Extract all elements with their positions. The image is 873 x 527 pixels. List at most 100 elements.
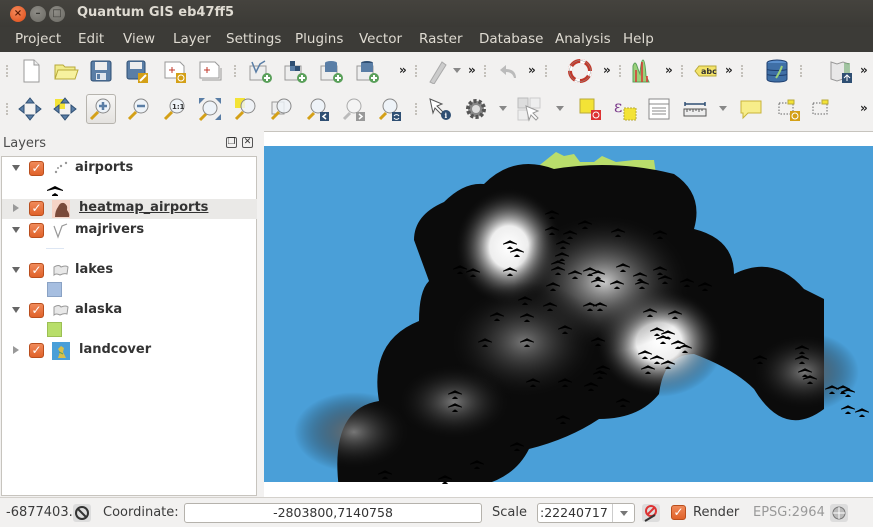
select-dropdown-arrow[interactable] [556, 106, 564, 111]
menu-layer[interactable]: Layer [173, 31, 211, 47]
zoom-to-selection-icon[interactable] [231, 94, 261, 124]
layer-visibility-checkbox[interactable]: ✓ [29, 303, 44, 318]
toolbar-handle[interactable] [681, 65, 685, 77]
map-canvas[interactable] [264, 131, 873, 497]
add-vector-layer-icon[interactable] [245, 56, 275, 86]
render-checkbox[interactable]: ✓ [671, 505, 686, 520]
refresh-icon[interactable] [375, 94, 405, 124]
pan-icon[interactable] [15, 94, 45, 124]
new-bookmark-icon[interactable] [774, 94, 804, 124]
menu-project[interactable]: Project [15, 31, 61, 47]
open-attribute-table-icon[interactable] [644, 94, 674, 124]
close-panel-button[interactable]: ✕ [242, 137, 253, 148]
db-manager-icon[interactable] [762, 56, 792, 86]
crs-status-button[interactable]: EPSG:2964 [753, 505, 825, 520]
deselect-all-icon[interactable] [575, 94, 605, 124]
measure-dropdown-arrow[interactable] [719, 106, 727, 111]
zoom-actual-size-icon[interactable]: 1:1 [160, 94, 190, 124]
toolbar-overflow-button[interactable]: » [665, 63, 673, 77]
menu-database[interactable]: Database [479, 31, 543, 47]
toolbar-handle[interactable] [741, 65, 745, 77]
run-action-icon[interactable] [461, 94, 491, 124]
layer-row-lakes[interactable]: ✓ lakes [2, 261, 257, 281]
zoom-last-icon[interactable] [303, 94, 333, 124]
scale-combobox[interactable]: :22240717 [537, 503, 635, 523]
add-spatialite-layer-icon[interactable] [352, 56, 382, 86]
crs-globe-icon[interactable] [829, 503, 849, 523]
menu-view[interactable]: View [123, 31, 155, 47]
zoom-full-icon[interactable] [195, 94, 225, 124]
toggle-extents-icon[interactable] [72, 503, 92, 523]
identify-icon[interactable]: i [425, 94, 455, 124]
collapse-arrow-icon[interactable] [12, 307, 20, 313]
layer-row-alaska[interactable]: ✓ alaska [2, 301, 257, 321]
close-window-button[interactable]: × [10, 6, 26, 22]
toolbar-overflow-button[interactable]: » [468, 63, 476, 77]
toolbar-overflow-button[interactable]: » [603, 63, 611, 77]
layer-row-landcover[interactable]: ✓ landcover [2, 341, 257, 361]
expand-arrow-icon[interactable] [13, 204, 19, 212]
select-by-expression-icon[interactable]: ε [610, 94, 640, 124]
toolbar-overflow-button[interactable]: » [399, 63, 407, 77]
toolbar-overflow-button[interactable]: » [860, 101, 868, 115]
composer-manager-icon[interactable] [195, 56, 225, 86]
menu-edit[interactable]: Edit [78, 31, 104, 47]
menu-raster[interactable]: Raster [419, 31, 463, 47]
collapse-arrow-icon[interactable] [12, 165, 20, 171]
toggle-editing-icon[interactable] [424, 56, 454, 86]
toolbar-handle[interactable] [234, 65, 238, 77]
expand-arrow-icon[interactable] [13, 346, 19, 354]
measure-line-icon[interactable] [680, 94, 710, 124]
help-icon[interactable] [565, 56, 595, 86]
menu-plugins[interactable]: Plugins [295, 31, 343, 47]
map-tips-icon[interactable] [736, 94, 766, 124]
zoom-next-icon[interactable] [339, 94, 369, 124]
minimize-window-button[interactable]: – [30, 6, 46, 22]
layer-row-airports[interactable]: ✓ airports [2, 159, 257, 179]
select-features-icon[interactable] [514, 94, 544, 124]
toolbar-overflow-button[interactable]: » [860, 63, 868, 77]
float-panel-button[interactable]: ❐ [226, 137, 237, 148]
layer-visibility-checkbox[interactable]: ✓ [29, 223, 44, 238]
stop-render-icon[interactable] [641, 503, 661, 523]
panel-splitter[interactable] [258, 131, 263, 497]
new-project-icon[interactable] [16, 56, 46, 86]
toolbar-handle[interactable] [415, 103, 419, 115]
menu-settings[interactable]: Settings [226, 31, 281, 47]
toolbar-handle[interactable] [415, 65, 419, 77]
add-raster-layer-icon[interactable] [280, 56, 310, 86]
georeferencer-icon[interactable] [826, 56, 856, 86]
zoom-in-icon[interactable] [86, 94, 116, 124]
pan-to-selection-icon[interactable] [50, 94, 80, 124]
layer-visibility-checkbox[interactable]: ✓ [29, 201, 44, 216]
show-bookmarks-icon[interactable] [808, 94, 838, 124]
menu-help[interactable]: Help [623, 31, 654, 47]
scale-dropdown-button[interactable] [612, 504, 634, 522]
actions-dropdown-arrow[interactable] [499, 106, 507, 111]
toolbar-handle[interactable] [6, 103, 10, 115]
toolbar-overflow-button[interactable]: » [528, 63, 536, 77]
open-project-icon[interactable] [51, 56, 81, 86]
save-as-icon[interactable] [122, 56, 152, 86]
raster-histogram-icon[interactable] [628, 56, 658, 86]
undo-icon[interactable] [494, 56, 524, 86]
toolbar-overflow-button[interactable]: » [725, 63, 733, 77]
menu-analysis[interactable]: Analysis [555, 31, 611, 47]
menu-vector[interactable]: Vector [359, 31, 402, 47]
add-postgis-layer-icon[interactable] [316, 56, 346, 86]
toolbar-handle[interactable] [619, 65, 623, 77]
layer-visibility-checkbox[interactable]: ✓ [29, 161, 44, 176]
zoom-to-layer-icon[interactable] [267, 94, 297, 124]
toolbar-handle[interactable] [6, 65, 10, 77]
toolbar-handle[interactable] [545, 65, 549, 77]
layer-row-majrivers[interactable]: ✓ majrivers [2, 221, 257, 241]
zoom-out-icon[interactable] [124, 94, 154, 124]
coordinate-input[interactable]: -2803800,7140758 [184, 503, 482, 523]
collapse-arrow-icon[interactable] [12, 267, 20, 273]
save-project-icon[interactable] [86, 56, 116, 86]
toolbar-handle[interactable] [800, 65, 804, 77]
toolbar-handle[interactable] [484, 65, 488, 77]
label-icon[interactable]: abc [690, 56, 720, 86]
layer-visibility-checkbox[interactable]: ✓ [29, 263, 44, 278]
collapse-arrow-icon[interactable] [12, 227, 20, 233]
